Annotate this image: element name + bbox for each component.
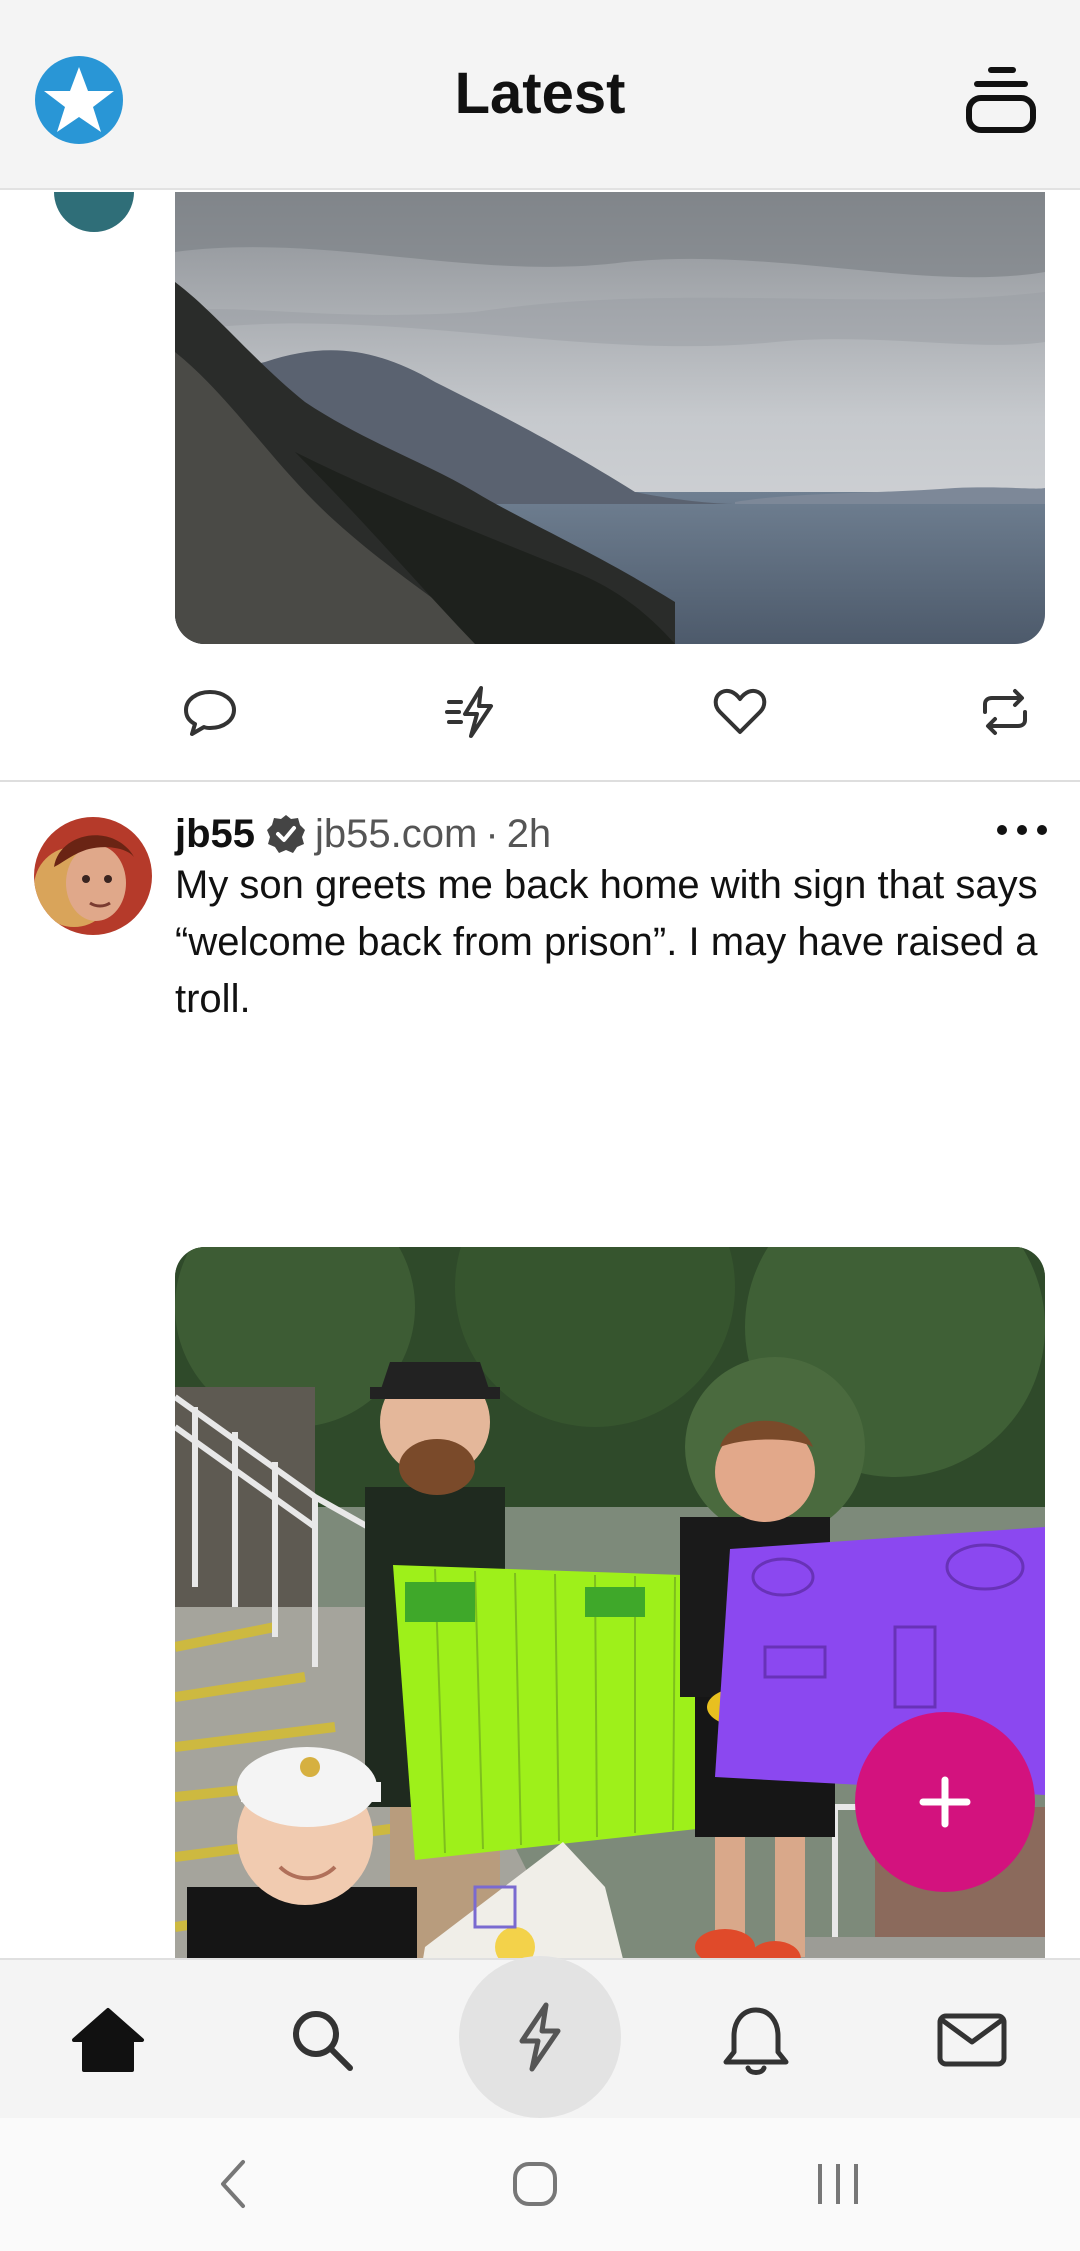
home-icon[interactable]: [68, 2000, 148, 2080]
post-actions: [175, 682, 1045, 762]
feeds-stack-icon[interactable]: [963, 62, 1039, 138]
bell-icon[interactable]: [716, 2000, 796, 2080]
post-time: 2h: [506, 811, 552, 856]
back-icon[interactable]: [205, 2154, 265, 2214]
reply-icon[interactable]: [180, 682, 240, 742]
post-content: My son greets me back home with sign tha…: [175, 863, 1038, 1021]
plus-icon: [919, 1776, 971, 1828]
boost-icon[interactable]: [443, 682, 503, 742]
more-options-icon[interactable]: [994, 810, 1050, 850]
like-icon[interactable]: [710, 682, 770, 742]
avatar[interactable]: [54, 192, 134, 232]
mail-icon[interactable]: [932, 2000, 1012, 2080]
post-header: jb55 jb55.com · 2h: [175, 804, 551, 864]
zap-icon: [519, 2002, 561, 2072]
zap-tab[interactable]: [459, 1956, 621, 2118]
avatar[interactable]: [34, 817, 152, 935]
system-navigation-bar: [0, 2118, 1080, 2251]
top-bar: Latest: [0, 0, 1080, 190]
home-circle-icon[interactable]: [505, 2154, 565, 2214]
verified-badge-icon: [267, 815, 306, 853]
post-image[interactable]: [175, 192, 1045, 644]
search-icon[interactable]: [282, 2000, 362, 2080]
compose-button[interactable]: [855, 1712, 1035, 1892]
page-title: Latest: [454, 61, 626, 126]
bottom-navigation: [0, 1956, 1080, 2118]
author-name[interactable]: jb55: [175, 812, 255, 857]
author-handle[interactable]: jb55.com: [315, 812, 477, 857]
separator-dot: ·: [485, 811, 499, 856]
feed[interactable]: jb55 jb55.com · 2h My son greets me back…: [0, 192, 1080, 1958]
repost-icon[interactable]: [975, 682, 1035, 742]
recents-icon[interactable]: [808, 2154, 868, 2214]
